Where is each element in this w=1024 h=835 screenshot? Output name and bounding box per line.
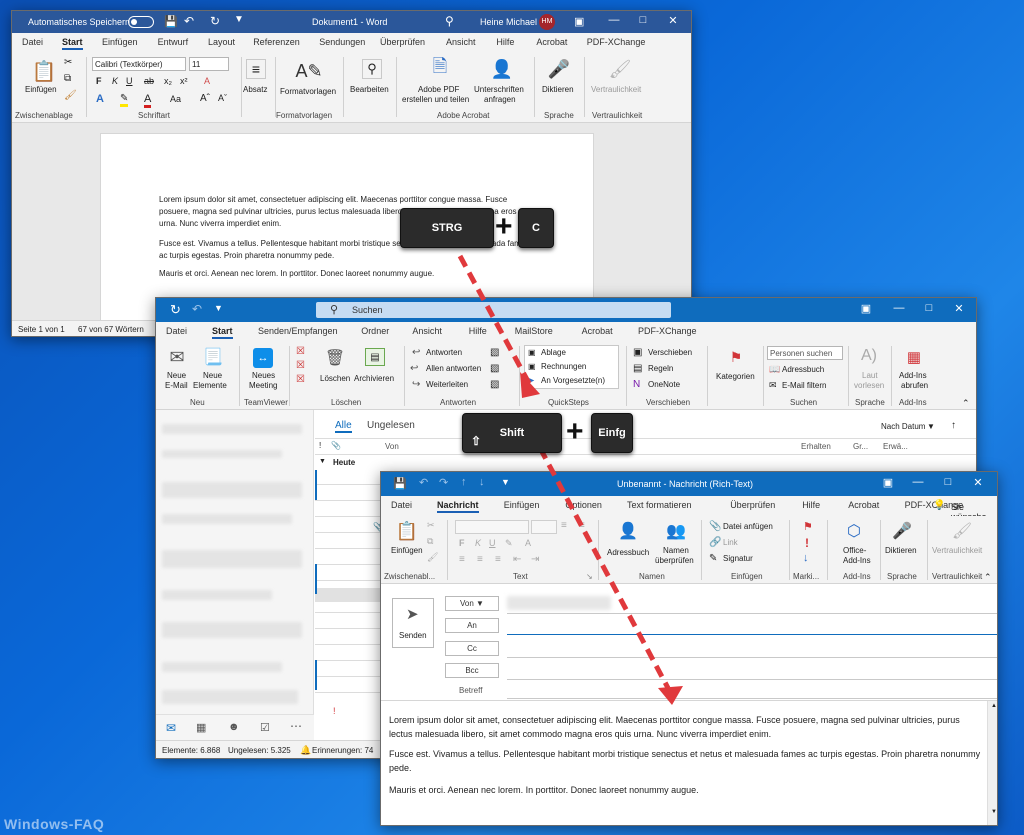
- key-insert: Einfg: [591, 413, 633, 453]
- key-shift: ⇧ Shift: [462, 413, 562, 453]
- shift-arrow-icon: ⇧: [471, 434, 482, 448]
- plus-sign: +: [495, 210, 513, 243]
- key-ctrl: STRG: [400, 208, 494, 248]
- plus-sign: +: [566, 415, 584, 448]
- key-c: C: [518, 208, 554, 248]
- watermark: Windows-FAQ: [4, 816, 105, 832]
